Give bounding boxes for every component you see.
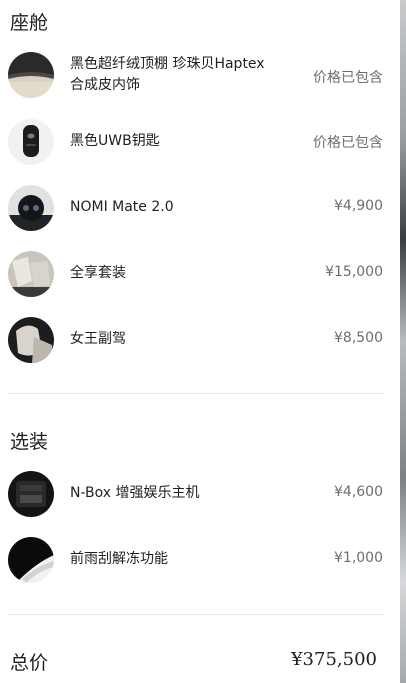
option-item-wiper-defrost-label: 前雨刮解冻功能: [70, 551, 168, 567]
cabin-item-nomi-mate-price: ¥4,900: [334, 198, 383, 214]
cabin-item-uwb-key[interactable]: 黑色UWB钥匙 价格已包含: [8, 119, 386, 169]
cabin-item-interior-trim-label-line2: 合成皮内饰: [70, 77, 140, 93]
uwb-key-icon: [8, 119, 54, 165]
option-item-wiper-defrost-price: ¥1,000: [334, 550, 383, 566]
cabin-item-full-package-label: 全享套装: [70, 265, 126, 281]
total-price-label: 总价: [10, 652, 49, 674]
nomi-mate-icon: [8, 185, 54, 231]
configuration-summary-panel: 座舱 黑色超纤绒顶棚 珍珠贝Haptex 合成皮内饰 价格已包含 黑色UWB钥匙…: [0, 0, 400, 683]
total-price-value: ¥375,500: [291, 649, 377, 670]
option-item-nbox-label: N-Box 增强娱乐主机: [70, 485, 200, 501]
cabin-item-uwb-key-price: 价格已包含: [313, 135, 383, 151]
cabin-section-title: 座舱: [10, 12, 49, 34]
cabin-item-full-package-price: ¥15,000: [325, 264, 383, 280]
nbox-console-icon: [8, 471, 54, 517]
cabin-item-interior-trim-label: 黑色超纤绒顶棚 珍珠贝Haptex: [70, 56, 265, 72]
background-edge: [400, 0, 406, 683]
cabin-item-queen-copilot[interactable]: 女王副驾 ¥8,500: [8, 317, 386, 367]
cabin-item-uwb-key-label: 黑色UWB钥匙: [70, 133, 160, 149]
options-section-title: 选装: [10, 431, 49, 453]
queen-copilot-seat-icon: [8, 317, 54, 363]
option-item-nbox-price: ¥4,600: [334, 484, 383, 500]
option-item-nbox[interactable]: N-Box 增强娱乐主机 ¥4,600: [8, 471, 386, 521]
section-divider: [8, 393, 384, 394]
cabin-item-full-package[interactable]: 全享套装 ¥15,000: [8, 251, 386, 301]
wiper-defrost-icon: [8, 537, 54, 583]
cabin-item-queen-copilot-label: 女王副驾: [70, 331, 126, 347]
cabin-item-nomi-mate[interactable]: NOMI Mate 2.0 ¥4,900: [8, 185, 386, 235]
cabin-item-nomi-mate-label: NOMI Mate 2.0: [70, 199, 174, 215]
option-item-wiper-defrost[interactable]: 前雨刮解冻功能 ¥1,000: [8, 537, 386, 587]
cabin-item-interior-trim[interactable]: 黑色超纤绒顶棚 珍珠贝Haptex 合成皮内饰 价格已包含: [8, 52, 386, 102]
cabin-item-queen-copilot-price: ¥8,500: [334, 330, 383, 346]
cabin-item-interior-trim-price: 价格已包含: [313, 70, 383, 86]
total-divider: [8, 614, 384, 615]
interior-trim-swatch-icon: [8, 52, 54, 98]
full-package-seats-icon: [8, 251, 54, 297]
